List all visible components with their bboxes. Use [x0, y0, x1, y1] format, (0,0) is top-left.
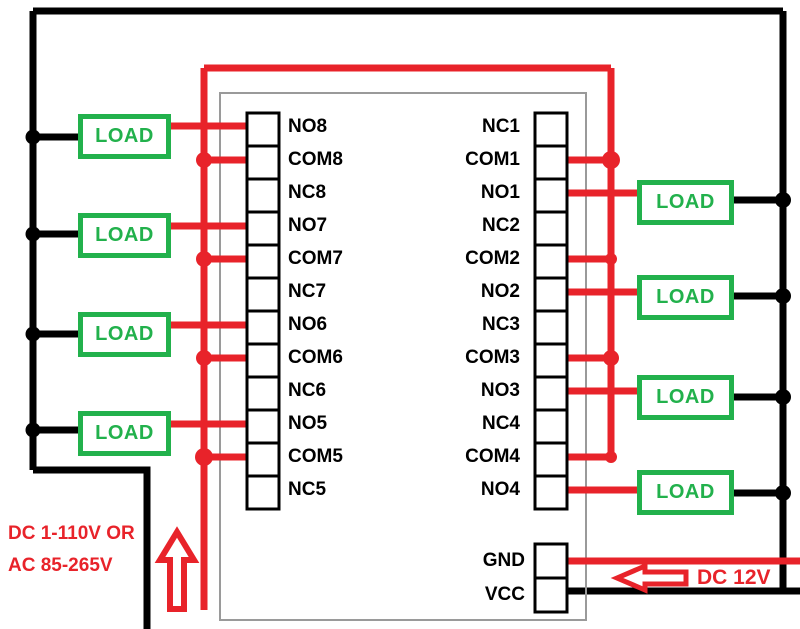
load-label: LOAD	[656, 481, 715, 503]
logic-supply-label: DC 12V	[697, 566, 771, 589]
junction-dot	[603, 350, 619, 366]
terminal-label-com6: COM6	[288, 347, 343, 368]
terminal-label-no8: NO8	[288, 116, 328, 137]
terminal-label-no3: NO3	[480, 380, 520, 401]
terminal-cell	[245, 144, 281, 181]
switched-supply-arrow-icon	[154, 526, 200, 612]
terminal-label-com7: COM7	[288, 248, 343, 269]
terminal-label-no5: NO5	[288, 413, 328, 434]
junction-dot	[775, 288, 791, 304]
terminal-label-no6: NO6	[288, 314, 328, 335]
terminal-cell	[533, 342, 569, 379]
terminal-label-com1: COM1	[465, 149, 520, 170]
load-box-right-3: LOAD	[637, 375, 734, 420]
terminal-label-nc3: NC3	[481, 314, 520, 335]
terminal-cell	[533, 474, 569, 511]
terminal-label-no4: NO4	[480, 479, 520, 500]
load-box-left-2: LOAD	[78, 213, 171, 258]
terminal-cell	[533, 408, 569, 445]
right-terminal-block	[533, 111, 569, 511]
load-label: LOAD	[656, 191, 715, 213]
terminal-cell	[245, 408, 281, 445]
terminal-cell	[245, 309, 281, 346]
power-terminal-block	[533, 542, 569, 614]
terminal-cell	[245, 441, 281, 478]
terminal-cell	[533, 309, 569, 346]
junction-dot	[602, 151, 620, 169]
junction-dot	[25, 129, 41, 145]
terminal-label-gnd: GND	[482, 550, 525, 571]
terminal-label-no7: NO7	[288, 215, 328, 236]
junction-dot	[775, 192, 791, 208]
junction-dot	[25, 422, 41, 438]
terminal-cell	[533, 144, 569, 181]
load-box-left-4: LOAD	[78, 411, 171, 456]
terminal-label-nc6: NC6	[288, 380, 327, 401]
terminal-cell	[533, 375, 569, 412]
terminal-label-nc4: NC4	[481, 413, 520, 434]
logic-supply-arrow-icon	[610, 562, 689, 594]
junction-dot	[775, 485, 791, 501]
terminal-cell-gnd	[533, 542, 569, 580]
terminal-label-nc8: NC8	[288, 182, 327, 203]
terminal-cell	[245, 276, 281, 313]
terminal-cell	[533, 276, 569, 313]
terminal-label-nc1: NC1	[481, 116, 520, 137]
terminal-cell-vcc	[533, 576, 569, 614]
load-box-right-1: LOAD	[637, 180, 734, 225]
terminal-cell	[533, 210, 569, 247]
terminal-cell	[245, 111, 281, 148]
terminal-cell	[533, 441, 569, 478]
terminal-cell	[245, 210, 281, 247]
terminal-label-no1: NO1	[480, 182, 520, 203]
switched-supply-label-line1: DC 1-110V OR	[8, 523, 135, 544]
junction-dot	[196, 251, 212, 267]
terminal-cell	[533, 111, 569, 148]
terminal-label-nc2: NC2	[481, 215, 520, 236]
load-label: LOAD	[95, 224, 154, 246]
load-label: LOAD	[656, 286, 715, 308]
junction-dot	[605, 451, 617, 463]
junction-dot	[196, 350, 212, 366]
terminal-label-nc5: NC5	[288, 479, 327, 500]
junction-dot	[605, 253, 617, 265]
left-terminal-block	[245, 111, 281, 511]
terminal-label-vcc: VCC	[484, 584, 525, 605]
load-label: LOAD	[95, 125, 154, 147]
terminal-cell	[245, 342, 281, 379]
junction-dot	[196, 152, 212, 168]
load-box-left-1: LOAD	[78, 114, 171, 159]
terminal-label-nc7: NC7	[288, 281, 327, 302]
terminal-cell	[245, 474, 281, 511]
junction-dot	[25, 326, 41, 342]
terminal-cell	[245, 375, 281, 412]
terminal-cell	[245, 177, 281, 214]
terminal-label-no2: NO2	[480, 281, 520, 302]
junction-dot	[25, 226, 41, 242]
terminal-label-com8: COM8	[288, 149, 343, 170]
junction-dot	[195, 448, 213, 466]
terminal-label-com5: COM5	[288, 446, 343, 467]
load-box-left-3: LOAD	[78, 312, 171, 357]
switched-supply-label-line2: AC 85-265V	[8, 555, 113, 576]
load-label: LOAD	[95, 323, 154, 345]
load-label: LOAD	[656, 386, 715, 408]
load-box-right-4: LOAD	[637, 470, 734, 515]
terminal-label-com4: COM4	[465, 446, 520, 467]
terminal-cell	[245, 243, 281, 280]
terminal-cell	[533, 243, 569, 280]
terminal-label-com2: COM2	[465, 248, 520, 269]
terminal-label-com3: COM3	[465, 347, 520, 368]
terminal-cell	[533, 177, 569, 214]
load-label: LOAD	[95, 422, 154, 444]
load-box-right-2: LOAD	[637, 275, 734, 320]
wiring-diagram: NO8 COM8 NC8 NO7 COM7 NC7 NO6 COM6 NC6 N…	[0, 0, 800, 629]
junction-dot	[775, 389, 791, 405]
